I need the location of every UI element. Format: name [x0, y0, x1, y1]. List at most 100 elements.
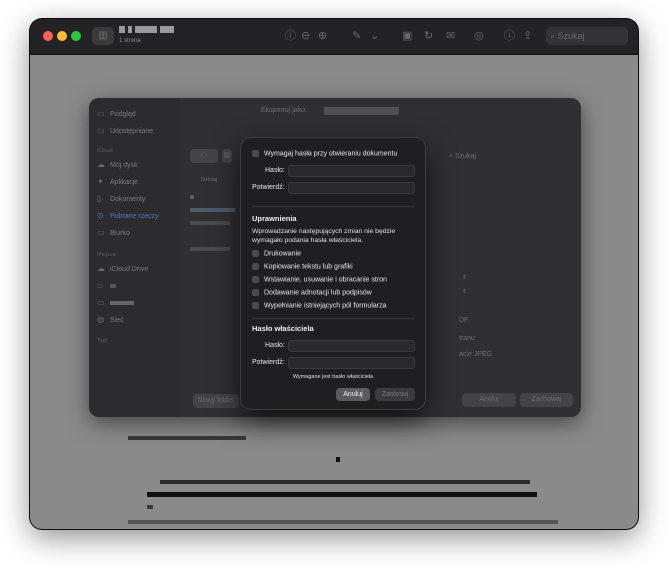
- search-field[interactable]: ⌕ Szukaj: [546, 27, 628, 45]
- sidebar-toggle-button[interactable]: ▥: [92, 27, 114, 45]
- document-text-line: [128, 436, 246, 440]
- permissions-heading: Uprawnienia: [252, 214, 297, 223]
- sidebar-item-biurko[interactable]: ▭ Biurko: [97, 226, 130, 240]
- sidebar-item-home[interactable]: ⌂: [97, 279, 116, 293]
- zoom-in-icon[interactable]: ⊕: [318, 29, 327, 43]
- sidebar-item-podglad[interactable]: ▭ Podgląd: [97, 107, 136, 121]
- owner-password-heading: Hasło właściciela: [252, 324, 314, 333]
- minimize-window-button[interactable]: [57, 31, 67, 41]
- highlight-icon[interactable]: ◎: [474, 29, 484, 43]
- column-header: Dzisiaj: [201, 177, 218, 183]
- chevron-left-icon: ‹: [200, 152, 204, 159]
- network-icon: ◍: [97, 315, 104, 324]
- checkbox[interactable]: [252, 150, 259, 157]
- sidebar-item-siec[interactable]: ◍ Sieć: [97, 313, 124, 327]
- desktop-icon: ▭: [97, 228, 105, 237]
- document-icon: ▯: [97, 194, 102, 203]
- back-forward-buttons[interactable]: ‹ ›: [190, 149, 218, 163]
- format-fragment: DF: [459, 317, 469, 324]
- document-text-line: [128, 520, 558, 524]
- markup-icon[interactable]: ✉: [446, 29, 455, 43]
- sidebar-item-computer[interactable]: ▭: [97, 296, 134, 310]
- sidebar-item-moj-dysk[interactable]: ☁ Mój dysk: [97, 158, 138, 172]
- require-open-password-checkbox[interactable]: Wymagaj hasła przy otwieraniu dokumentu: [252, 150, 397, 157]
- document-text-line: [336, 457, 340, 462]
- share-icon[interactable]: ⇪: [523, 29, 532, 43]
- chevron-updown-icon[interactable]: ⇕: [462, 288, 467, 295]
- rotate-icon[interactable]: ↻: [424, 29, 433, 43]
- close-window-button[interactable]: [43, 31, 53, 41]
- owner-confirm-label: Potwierdź:: [252, 359, 285, 366]
- checkbox[interactable]: [252, 276, 259, 283]
- chevron-right-icon: ›: [204, 152, 208, 159]
- separator: [252, 206, 414, 207]
- file-row[interactable]: [190, 208, 235, 212]
- shared-folder-icon: ▭: [97, 126, 105, 135]
- folder-icon: ▭: [97, 109, 105, 118]
- format-fragment: tranu: [459, 335, 475, 342]
- sidebar-item-icloud-drive[interactable]: ☁ iCloud Drive: [97, 262, 148, 276]
- view-mode-button[interactable]: ▥: [222, 149, 232, 163]
- sidebar-icon: ▥: [98, 30, 108, 41]
- download-icon: ⊙: [97, 211, 104, 220]
- apps-icon: ✦: [97, 177, 104, 186]
- sheet-save-button[interactable]: Zachowaj: [520, 393, 573, 407]
- export-sidebar: ▭ Podgląd ▭ Udostępniane iCloud ☁ Mój dysk …: [89, 98, 180, 417]
- checkbox[interactable]: [252, 289, 259, 296]
- computer-icon: ▭: [97, 298, 105, 307]
- window-title: [119, 26, 199, 35]
- sidebar-section-tags: Tagi: [97, 338, 108, 344]
- permission-printing-checkbox[interactable]: Drukowanie: [252, 250, 301, 257]
- cancel-button[interactable]: Anuluj: [336, 388, 370, 401]
- frame-icon[interactable]: ▣: [402, 29, 412, 43]
- owner-confirm-field[interactable]: [288, 357, 415, 369]
- file-row[interactable]: [190, 247, 230, 251]
- format-fragment: acie JPEG: [459, 351, 493, 358]
- checkbox[interactable]: [252, 263, 259, 270]
- sheet-cancel-button[interactable]: Anuluj: [462, 393, 516, 407]
- info-icon[interactable]: ⓘ: [285, 29, 296, 43]
- zoom-out-icon[interactable]: ⊖: [301, 29, 310, 43]
- permissions-description: Wprowadzanie następujących zmian nie będ…: [252, 228, 396, 244]
- sidebar-item-aplikacje[interactable]: ✦ Aplikacje: [97, 175, 138, 189]
- sidebar-item-pobrane-rzeczy[interactable]: ⊙ Pobrane rzeczy: [97, 209, 159, 223]
- document-text-line: [147, 492, 537, 497]
- document-text-line: [147, 505, 153, 509]
- title-bar: ▥ 1 strona ⓘ ⊖ ⊕ ✎ ⌄ ▣ ↻ ✉ ◎ ⓘ ⇪ ⌕ Szuka…: [30, 19, 638, 55]
- owner-password-field[interactable]: [288, 340, 415, 352]
- search-icon: ⌕: [550, 31, 558, 41]
- checkbox[interactable]: [252, 302, 259, 309]
- home-icon: ⌂: [97, 281, 102, 290]
- info-circle-icon[interactable]: ⓘ: [504, 29, 515, 43]
- sidebar-section-places: Miejsca: [97, 252, 116, 258]
- permission-forms-checkbox[interactable]: Wypełnianie istniejących pól formularza: [252, 302, 387, 309]
- owner-password-label: Hasło:: [265, 342, 285, 349]
- document-text-line: [160, 480, 530, 484]
- permission-copy-checkbox[interactable]: Kopiowanie tekstu lub grafiki: [252, 263, 353, 270]
- search-placeholder: Szukaj: [557, 31, 585, 41]
- open-password-field[interactable]: [288, 165, 415, 177]
- markup-pen-icon[interactable]: ✎: [352, 29, 361, 43]
- sidebar-section-icloud: iCloud: [97, 148, 113, 154]
- permission-annotations-checkbox[interactable]: Dodawanie adnotacji lub podpisów: [252, 289, 372, 296]
- apply-button[interactable]: Zastosuj: [375, 388, 415, 401]
- chevron-down-icon[interactable]: ⌄: [370, 29, 379, 43]
- chevron-updown-icon[interactable]: ⇕: [462, 274, 467, 281]
- export-filename-field[interactable]: [324, 107, 399, 115]
- checkbox[interactable]: [252, 250, 259, 257]
- permission-pages-checkbox[interactable]: Wstawianie, usuwanie i obracanie stron: [252, 276, 387, 283]
- sheet-search-field[interactable]: ⌕ Szukaj: [449, 153, 476, 161]
- cloud-icon: ☁: [97, 264, 105, 273]
- file-row[interactable]: [190, 195, 194, 199]
- sidebar-item-dokumenty[interactable]: ▯ Dokumenty: [97, 192, 145, 206]
- sidebar-item-udostepniane[interactable]: ▭ Udostępniane: [97, 124, 153, 138]
- file-row[interactable]: [190, 221, 230, 225]
- cloud-icon: ☁: [97, 160, 105, 169]
- open-confirm-field[interactable]: [288, 182, 415, 194]
- zoom-window-button[interactable]: [71, 31, 81, 41]
- new-folder-button[interactable]: Nowy folder: [193, 394, 239, 408]
- open-password-label: Hasło:: [265, 167, 285, 174]
- open-confirm-label: Potwierdź:: [252, 184, 285, 191]
- view-mode-icon: ▥: [223, 152, 231, 159]
- password-dialog: Wymagaj hasła przy otwieraniu dokumentu …: [241, 138, 425, 409]
